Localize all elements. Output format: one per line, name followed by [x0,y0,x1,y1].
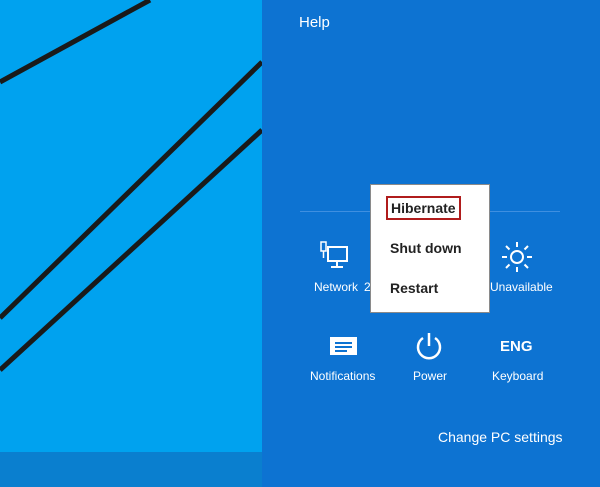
power-tile[interactable]: Power [381,332,477,383]
brightness-label: Unavailable [490,280,553,294]
taskbar[interactable] [0,452,262,487]
wallpaper-lines [0,0,262,372]
keyboard-label: Keyboard [492,369,544,383]
power-options-menu: Hibernate Shut down Restart [370,184,490,313]
keyboard-tile[interactable]: ENG Keyboard [469,332,565,383]
keyboard-icon: ENG [469,332,565,372]
shut-down-menu-item[interactable]: Shut down [385,237,467,259]
notifications-label: Notifications [310,369,376,383]
desktop-background [0,0,262,487]
restart-menu-item[interactable]: Restart [385,277,443,299]
change-pc-settings-link[interactable]: Change PC settings [438,429,563,445]
help-link[interactable]: Help [299,14,330,31]
notifications-icon [296,332,392,372]
power-label: Power [413,369,448,383]
hibernate-menu-item[interactable]: Hibernate [386,196,461,220]
notifications-tile[interactable]: Notifications [296,332,392,383]
keyboard-language-code: ENG [500,338,533,355]
network-label: Network [314,280,359,294]
power-icon [381,332,477,372]
